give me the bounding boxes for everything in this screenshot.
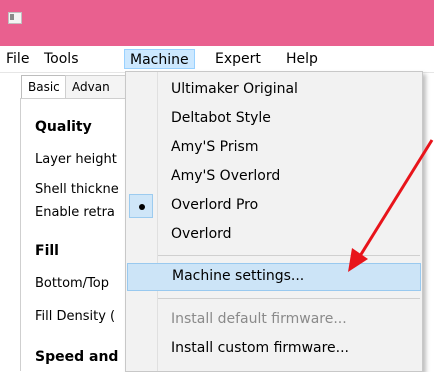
menu-item-install-default-firmware: Install default firmware... [126, 306, 420, 334]
enable-retraction-label: Enable retra [35, 205, 115, 220]
menu-item-overlord[interactable]: Overlord [126, 221, 420, 249]
settings-panel-frame [20, 98, 141, 371]
menu-item-label: Install default firmware... [171, 311, 347, 327]
menu-item-label: Amy'S Prism [171, 139, 259, 155]
menu-item-label: Deltabot Style [171, 110, 271, 126]
machine-dropdown-menu: Ultimaker Original Deltabot Style Amy'S … [125, 71, 423, 372]
tab-basic[interactable]: Basic [21, 75, 66, 99]
layer-height-label: Layer height [35, 152, 117, 167]
menu-separator [158, 255, 420, 256]
fill-density-label: Fill Density ( [35, 309, 116, 324]
speed-heading: Speed and [35, 349, 119, 365]
fill-heading: Fill [35, 243, 59, 259]
menu-item-amys-prism[interactable]: Amy'S Prism [126, 134, 420, 162]
radio-dot-icon [139, 204, 145, 210]
menu-item-ultimaker-original[interactable]: Ultimaker Original [126, 76, 420, 104]
menu-separator [158, 298, 420, 299]
menu-help[interactable]: Help [281, 49, 323, 69]
menu-item-label: Overlord [171, 226, 232, 242]
menu-item-install-custom-firmware[interactable]: Install custom firmware... [126, 335, 420, 363]
menu-bar: File Tools Machine Expert Help [0, 46, 434, 73]
menu-item-label: Overlord Pro [171, 197, 259, 213]
title-bar [0, 0, 434, 46]
menu-item-overlord-pro[interactable]: Overlord Pro [126, 192, 420, 220]
menu-expert[interactable]: Expert [210, 49, 266, 69]
menu-item-label: Ultimaker Original [171, 81, 298, 97]
shell-thickness-label: Shell thickne [35, 182, 119, 197]
quality-heading: Quality [35, 119, 92, 135]
menu-tools[interactable]: Tools [39, 49, 84, 69]
selected-indicator [129, 194, 153, 218]
menu-machine[interactable]: Machine [124, 49, 195, 69]
menu-item-deltabot-style[interactable]: Deltabot Style [126, 105, 420, 133]
menu-item-label: Amy'S Overlord [171, 168, 281, 184]
menu-file[interactable]: File [1, 49, 34, 69]
menu-item-machine-settings[interactable]: Machine settings... [127, 263, 421, 291]
app-icon [8, 12, 22, 24]
menu-item-amys-overlord[interactable]: Amy'S Overlord [126, 163, 420, 191]
menu-item-label: Install custom firmware... [171, 340, 350, 356]
bottom-top-label: Bottom/Top [35, 276, 110, 291]
menu-item-label: Machine settings... [172, 268, 305, 284]
